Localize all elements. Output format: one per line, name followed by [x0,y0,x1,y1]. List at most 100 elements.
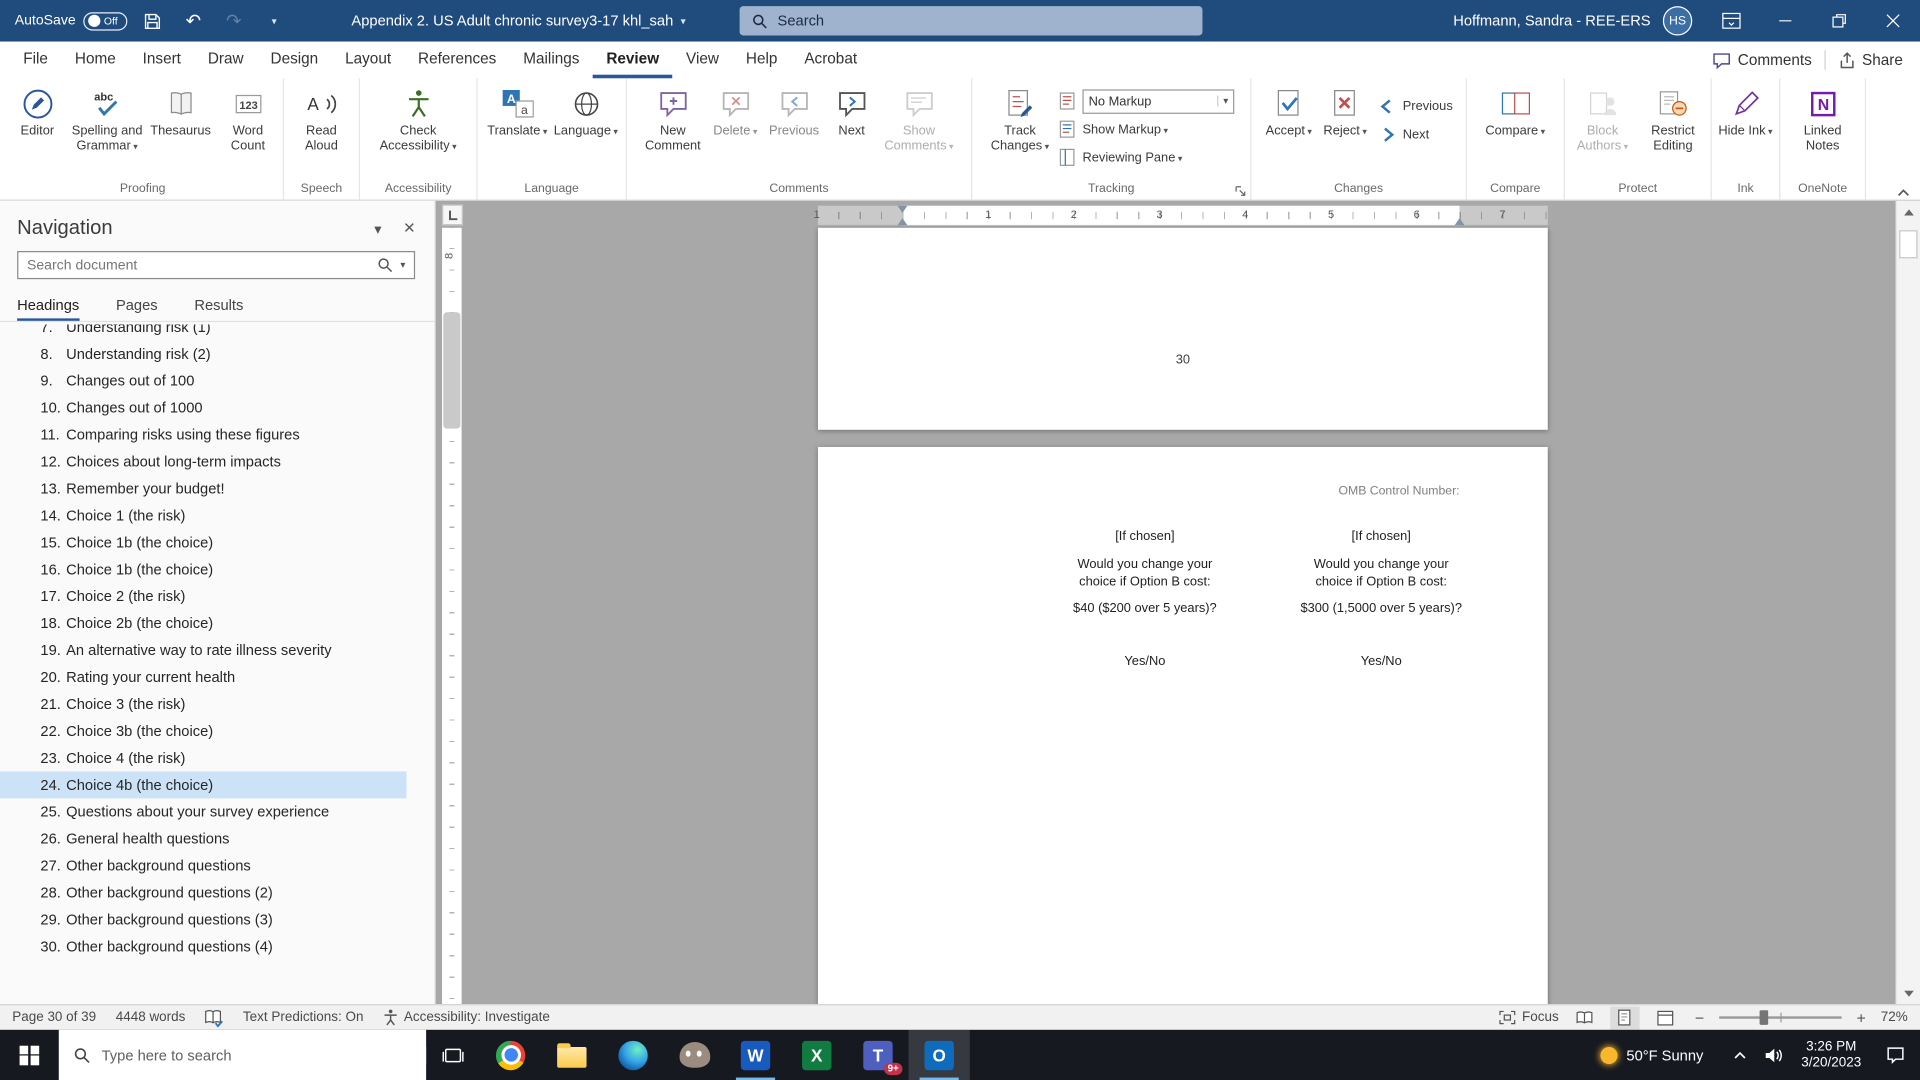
titlebar-search[interactable] [740,6,1203,35]
heading-item[interactable]: 7. Understanding risk (1) [0,324,407,340]
ribbon-tab[interactable]: Insert [129,42,194,79]
heading-item[interactable]: 26. General health questions [0,825,407,852]
heading-item[interactable]: 15. Choice 1b (the choice) [0,529,407,556]
check-accessibility-button[interactable]: Check Accessibility [363,80,473,180]
comments-button[interactable]: Comments [1712,51,1812,69]
action-center-button[interactable] [1871,1030,1920,1080]
previous-comment-button[interactable]: Previous [763,80,824,180]
heading-item[interactable]: 17. Choice 2 (the risk) [0,583,407,610]
taskbar-app-excel[interactable]: X [786,1030,847,1080]
hanging-indent-marker[interactable] [898,218,908,225]
track-changes-button[interactable]: Track Changes [984,80,1055,180]
vertical-ruler[interactable]: 8 [442,228,462,1004]
page-31[interactable]: OMB Control Number: [If chosen] Would yo… [818,447,1548,1004]
right-indent-marker[interactable] [1455,218,1465,225]
heading-item[interactable]: 22. Choice 3b (the choice) [0,718,407,745]
ribbon-tab[interactable]: References [405,42,510,79]
zoom-level[interactable]: 72% [1881,1010,1908,1025]
navigation-pane-options-button[interactable]: ▾ [374,220,381,237]
tracking-dialog-launcher[interactable] [1234,185,1246,197]
restrict-editing-button[interactable]: Restrict Editing [1638,80,1708,180]
linked-notes-button[interactable]: N Linked Notes [1788,80,1857,180]
navigation-tab[interactable]: Results [194,290,243,321]
ribbon-tab[interactable]: Acrobat [791,42,871,79]
heading-item[interactable]: 24. Choice 4b (the choice) [0,771,407,798]
vertical-scrollbar[interactable] [1896,201,1920,1004]
navigation-tab[interactable]: Pages [116,290,158,321]
web-layout-view-button[interactable] [1651,1006,1680,1029]
minimize-button[interactable] [1758,0,1812,42]
navigation-pane-close-button[interactable]: × [404,217,415,239]
heading-item[interactable]: 13. Remember your budget! [0,475,407,502]
ribbon-tab[interactable]: Mailings [510,42,593,79]
quick-access-customize-button[interactable]: ▾ [259,2,288,39]
markup-dropdown[interactable]: No Markup ▾ [1082,89,1234,113]
heading-item[interactable]: 8. Understanding risk (2) [0,340,407,367]
taskbar-app-chrome[interactable] [480,1030,541,1080]
hide-ink-button[interactable]: Hide Ink [1715,80,1776,180]
taskbar-app-gimp[interactable] [664,1030,725,1080]
volume-button[interactable] [1757,1030,1791,1080]
task-view-button[interactable] [426,1030,480,1080]
scroll-down-button[interactable] [1897,982,1920,1004]
zoom-slider-thumb[interactable] [1760,1010,1769,1025]
ribbon-display-options-button[interactable] [1704,0,1758,42]
heading-item[interactable]: 29. Other background questions (3) [0,906,407,933]
scrollbar-thumb[interactable] [1899,230,1917,258]
save-button[interactable] [138,2,167,39]
delete-comment-button[interactable]: Delete [707,80,763,180]
read-mode-view-button[interactable] [1570,1006,1599,1029]
restore-button[interactable] [1812,0,1866,42]
show-markup-button[interactable]: Show Markup [1056,115,1238,143]
proofing-status-button[interactable] [205,1008,223,1026]
heading-item[interactable]: 30. Other background questions (4) [0,933,407,960]
ribbon-tab[interactable]: Draw [194,42,257,79]
heading-item[interactable]: 25. Questions about your survey experien… [0,798,407,825]
taskbar-app-teams[interactable]: T 9+ [847,1030,908,1080]
accessibility-status[interactable]: Accessibility: Investigate [383,1009,550,1026]
language-button[interactable]: Language [552,80,621,180]
accept-button[interactable]: Accept [1261,80,1317,180]
document-title-area[interactable]: Appendix 2. US Adult chronic survey3-17 … [351,0,685,42]
taskbar-search-box[interactable] [59,1030,426,1080]
close-button[interactable] [1866,0,1920,42]
taskbar-app-edge[interactable] [602,1030,663,1080]
text-predictions-status[interactable]: Text Predictions: On [243,1010,364,1025]
ribbon-tab[interactable]: Review [593,42,673,79]
ribbon-tab[interactable]: File [10,42,62,79]
document-search-box[interactable]: ▾ [17,251,415,279]
read-aloud-button[interactable]: A Read Aloud [288,80,354,180]
thesaurus-button[interactable]: Thesaurus [145,80,216,180]
heading-item[interactable]: 23. Choice 4 (the risk) [0,744,407,771]
block-authors-button[interactable]: Block Authors [1567,80,1637,180]
show-comments-button[interactable]: Show Comments [879,80,960,180]
taskbar-clock[interactable]: 3:26 PM 3/20/2023 [1792,1039,1872,1071]
first-line-indent-marker[interactable] [898,206,908,213]
heading-item[interactable]: 20. Rating your current health [0,664,407,691]
heading-item[interactable]: 19. An alternative way to rate illness s… [0,637,407,664]
print-layout-view-button[interactable] [1610,1006,1639,1029]
document-search-input[interactable] [27,258,370,273]
ribbon-tab[interactable]: Home [61,42,129,79]
heading-item[interactable]: 14. Choice 1 (the risk) [0,502,407,529]
heading-item[interactable]: 12. Choices about long-term impacts [0,448,407,475]
heading-item[interactable]: 10. Changes out of 1000 [0,394,407,421]
taskbar-search-input[interactable] [102,1046,426,1063]
ribbon-tab[interactable]: View [673,42,733,79]
word-count-button[interactable]: 123 Word Count [216,80,280,180]
new-comment-button[interactable]: New Comment [639,80,708,180]
chevron-down-icon[interactable]: ▾ [400,260,405,271]
collapse-ribbon-button[interactable] [1897,189,1910,198]
previous-change-button[interactable]: Previous [1373,92,1456,120]
heading-item[interactable]: 9. Changes out of 100 [0,367,407,394]
heading-item[interactable]: 28. Other background questions (2) [0,879,407,906]
word-count-status[interactable]: 4448 words [116,1010,186,1025]
zoom-out-button[interactable]: − [1691,1008,1708,1026]
share-button[interactable]: Share [1838,51,1903,69]
autosave-toggle[interactable]: Off [83,12,127,30]
taskbar-app-outlook[interactable]: O [909,1030,970,1080]
taskbar-app-word[interactable]: W [725,1030,786,1080]
hidden-icons-button[interactable] [1723,1030,1757,1080]
search-icon[interactable] [377,257,393,273]
ribbon-tab[interactable]: Layout [332,42,405,79]
